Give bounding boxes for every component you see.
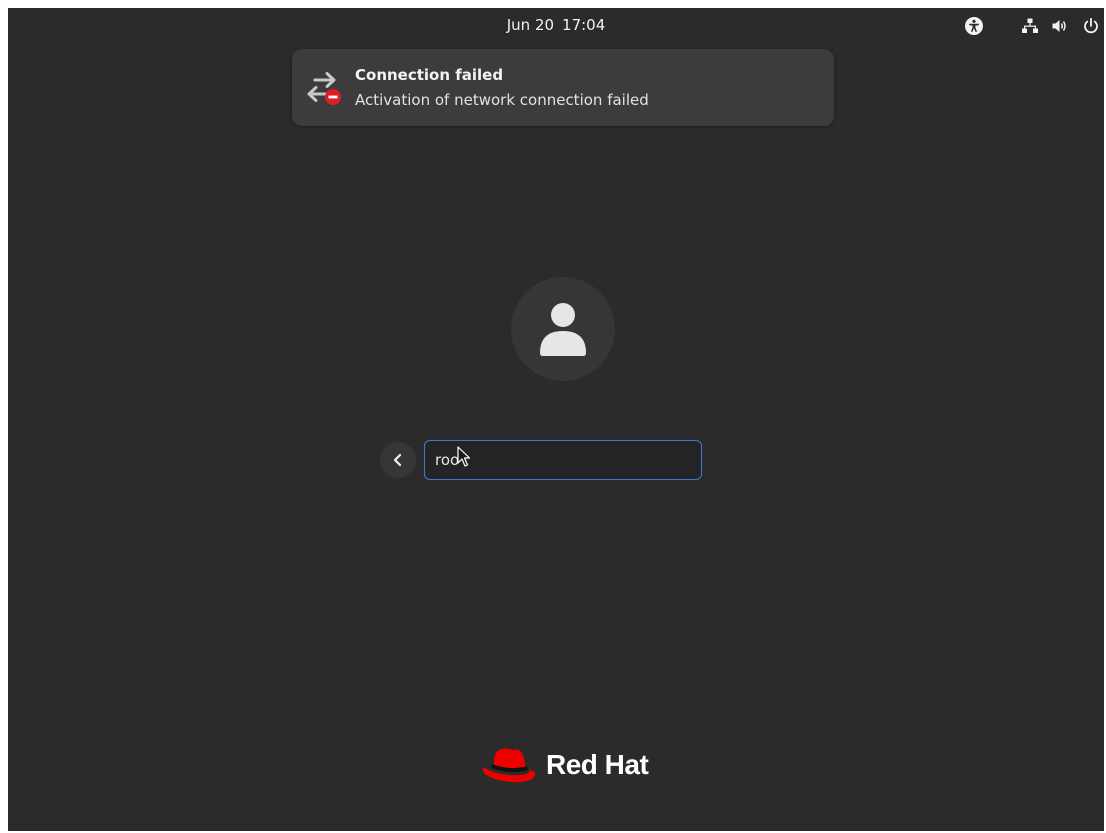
chevron-left-icon <box>393 453 402 467</box>
clock-date: Jun 20 <box>506 16 555 34</box>
mouse-pointer-icon <box>457 446 471 467</box>
network-error-icon <box>306 67 344 107</box>
clock-time: 17:04 <box>562 16 606 34</box>
power-icon[interactable] <box>1081 16 1101 36</box>
red-hat-logo-icon <box>482 748 536 783</box>
notification-banner[interactable]: Connection failed Activation of network … <box>292 49 834 126</box>
volume-icon[interactable] <box>1050 16 1070 36</box>
network-wired-icon[interactable] <box>1020 16 1040 36</box>
accessibility-icon[interactable] <box>964 16 984 36</box>
back-button[interactable] <box>380 442 416 478</box>
login-screen: Jun 20 17:04 Connection failed Activatio… <box>8 8 1104 831</box>
notification-body: Activation of network connection failed <box>355 91 649 109</box>
red-hat-logo-text: Red Hat <box>546 749 649 780</box>
user-avatar-icon <box>540 303 586 356</box>
top-bar: Jun 20 17:04 <box>8 8 1104 44</box>
red-hat-logo: Red Hat <box>480 741 649 789</box>
user-avatar <box>511 277 615 381</box>
notification-title: Connection failed <box>355 66 504 84</box>
clock[interactable]: Jun 20 17:04 <box>8 16 1104 34</box>
